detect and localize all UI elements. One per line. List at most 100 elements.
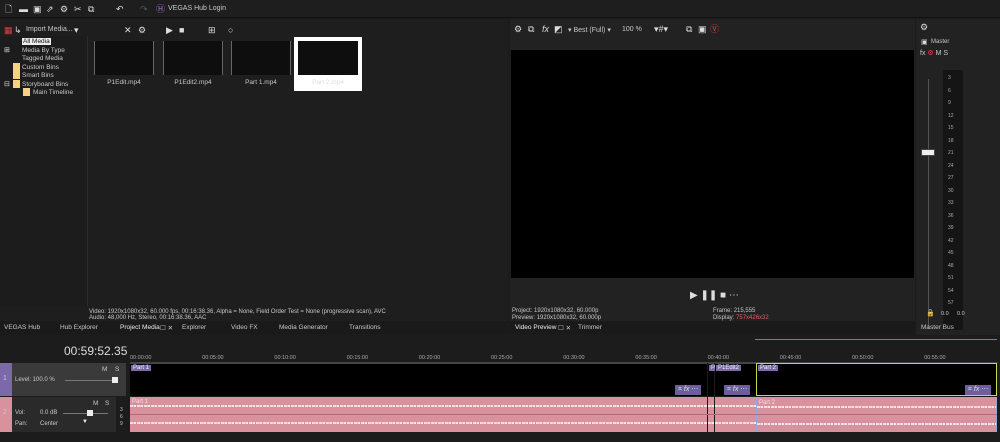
tree-all-media[interactable]: All Media: [22, 38, 51, 45]
new-icon[interactable]: 🗋: [5, 4, 12, 14]
meter-scale-label: 48: [948, 262, 954, 269]
level-slider-handle[interactable]: [112, 377, 118, 383]
tab-project-media[interactable]: Project Media: [120, 324, 160, 331]
views-icon[interactable]: ⊞: [208, 25, 216, 35]
media-icon[interactable]: ▦: [4, 25, 13, 35]
settings-icon[interactable]: ⚙: [514, 24, 522, 34]
tree-main-timeline[interactable]: Main Timeline: [33, 89, 73, 96]
play-icon[interactable]: ▶: [166, 25, 173, 35]
pan-value: Center: [40, 421, 59, 427]
ruler-tick-label: 00:50:00: [852, 355, 874, 361]
master-fx-icon[interactable]: fx ⚙ M S: [920, 49, 948, 57]
meter-scale-label: 24: [948, 162, 954, 169]
mute-button[interactable]: M: [102, 366, 107, 373]
import-media-button[interactable]: Import Media...: [26, 26, 73, 33]
tab-media-generator[interactable]: Media Generator: [279, 324, 328, 331]
media-name: P1Edit2.mp4: [174, 79, 212, 86]
master-fader-handle[interactable]: [921, 149, 935, 156]
meter-scale-label: 54: [948, 287, 954, 294]
grid-icon[interactable]: ▾#▾: [654, 24, 668, 34]
volume-slider-handle[interactable]: [87, 410, 93, 416]
tab-vegas-hub[interactable]: VEGAS Hub: [4, 324, 40, 331]
tab-video-preview[interactable]: Video Preview: [515, 324, 556, 331]
tree-storyboard-bins[interactable]: Storyboard Bins: [22, 81, 68, 88]
video-clip-part-1[interactable]: Part 1: [130, 363, 707, 396]
track-2-header[interactable]: 2 M S Vol: 0.0 dB Pan: Center ▼: [0, 397, 116, 432]
tree-media-by-type[interactable]: Media By Type: [22, 47, 65, 54]
save-icon[interactable]: ▣: [33, 4, 42, 14]
tab-explorer[interactable]: Explorer: [182, 324, 206, 331]
track-number: 1: [3, 375, 7, 382]
video-display[interactable]: [511, 50, 914, 278]
master-title: Master: [931, 39, 950, 45]
ruler-tick-label: 00:20:00: [418, 355, 441, 361]
tree-tagged-media[interactable]: Tagged Media: [22, 55, 63, 62]
clip-fx-button[interactable]: ⌗ fx ⋯: [724, 385, 751, 395]
tab-hub-explorer[interactable]: Hub Explorer: [60, 324, 98, 331]
solo-button[interactable]: S: [105, 400, 109, 407]
fx-icon[interactable]: fx: [542, 24, 549, 34]
dropdown-icon[interactable]: ▾: [74, 25, 79, 35]
volume-slider[interactable]: [63, 413, 108, 414]
stop-icon[interactable]: ■: [179, 25, 184, 35]
video-clip-p1[interactable]: P1: [708, 363, 721, 396]
timecode-display: 00:59:52.35: [64, 344, 128, 358]
clip-label: Part 2: [759, 400, 776, 406]
zoom-dropdown[interactable]: 100 %: [622, 26, 642, 33]
redo-icon[interactable]: ↷: [140, 4, 148, 14]
lock-icon[interactable]: 🔒: [926, 309, 935, 319]
search-icon[interactable]: ○: [228, 25, 233, 35]
meter-scale-label: 45: [948, 250, 954, 256]
properties-icon[interactable]: ⚙: [138, 25, 146, 35]
delete-icon[interactable]: ✕: [124, 25, 132, 35]
audio-scale-label: 9: [120, 421, 123, 427]
undo-icon[interactable]: ↶: [116, 4, 124, 14]
transport-controls[interactable]: ▶ ❚❚ ■ ⋯: [690, 291, 739, 301]
settings-icon[interactable]: ⚙: [60, 4, 68, 14]
split-screen-icon[interactable]: ◩: [554, 24, 563, 34]
solo-button[interactable]: S: [115, 366, 119, 373]
quality-value: Best (Full): [573, 27, 606, 34]
level-slider[interactable]: [65, 380, 117, 381]
tab-close-icon[interactable]: ☐ ✕: [160, 324, 173, 332]
copy-snapshot-icon[interactable]: ⧉: [686, 24, 692, 34]
external-monitor-icon[interactable]: ⧉: [528, 24, 534, 34]
tree-custom-bins[interactable]: Custom Bins: [22, 64, 59, 71]
vegas-icon[interactable]: Ⓥ: [710, 24, 719, 34]
import-icon[interactable]: ↳: [14, 25, 22, 35]
save-snapshot-icon[interactable]: ▣: [698, 24, 707, 34]
meter-scale-label: 51: [948, 275, 954, 281]
clip-fx-button[interactable]: ⌗ fx ⋯: [675, 385, 702, 395]
media-item-selected[interactable]: Part 2.mp4: [294, 37, 362, 91]
media-item[interactable]: P1Edit2.mp4: [162, 41, 224, 90]
loop-region-bar[interactable]: [755, 339, 997, 340]
pan-slider-handle[interactable]: ▼: [82, 419, 88, 425]
quality-dropdown[interactable]: ▾ Best (Full) ▾: [568, 26, 611, 34]
master-fader-track: [928, 79, 929, 329]
tab-transitions[interactable]: Transitions: [349, 324, 381, 331]
tab-video-fx[interactable]: Video FX: [231, 324, 258, 331]
mute-button[interactable]: M: [93, 400, 98, 407]
hub-login-link[interactable]: VEGAS Hub Login: [168, 5, 226, 12]
video-clip-part-2[interactable]: Part 2: [756, 363, 997, 396]
copy-icon[interactable]: ⧉: [88, 4, 94, 14]
settings-icon[interactable]: ⚙: [920, 22, 928, 32]
clip-fx-button[interactable]: ⌗ fx ⋯: [965, 385, 992, 395]
track-1-header[interactable]: 1 M S Level: 100.0 %: [0, 363, 126, 396]
media-item[interactable]: P1Edit.mp4: [93, 41, 155, 90]
render-icon[interactable]: ⇗: [46, 4, 54, 14]
folder-icon: [13, 63, 20, 71]
cut-icon[interactable]: ✂: [74, 4, 82, 14]
folder-icon: [13, 71, 20, 79]
expand-icon[interactable]: ⊞: [4, 46, 10, 56]
tab-close-icon[interactable]: ☐ ✕: [558, 324, 571, 332]
media-item[interactable]: Part 1.mp4: [230, 41, 292, 90]
open-icon[interactable]: ▬: [19, 4, 28, 14]
folder-icon: [13, 80, 20, 88]
collapse-icon[interactable]: ⊟: [4, 80, 10, 90]
meter-scale-label: 36: [948, 212, 954, 219]
tree-smart-bins[interactable]: Smart Bins: [22, 72, 54, 79]
vol-label: Vol:: [15, 410, 26, 416]
tab-trimmer[interactable]: Trimmer: [578, 324, 602, 331]
tab-master-bus[interactable]: Master Bus: [921, 324, 954, 331]
